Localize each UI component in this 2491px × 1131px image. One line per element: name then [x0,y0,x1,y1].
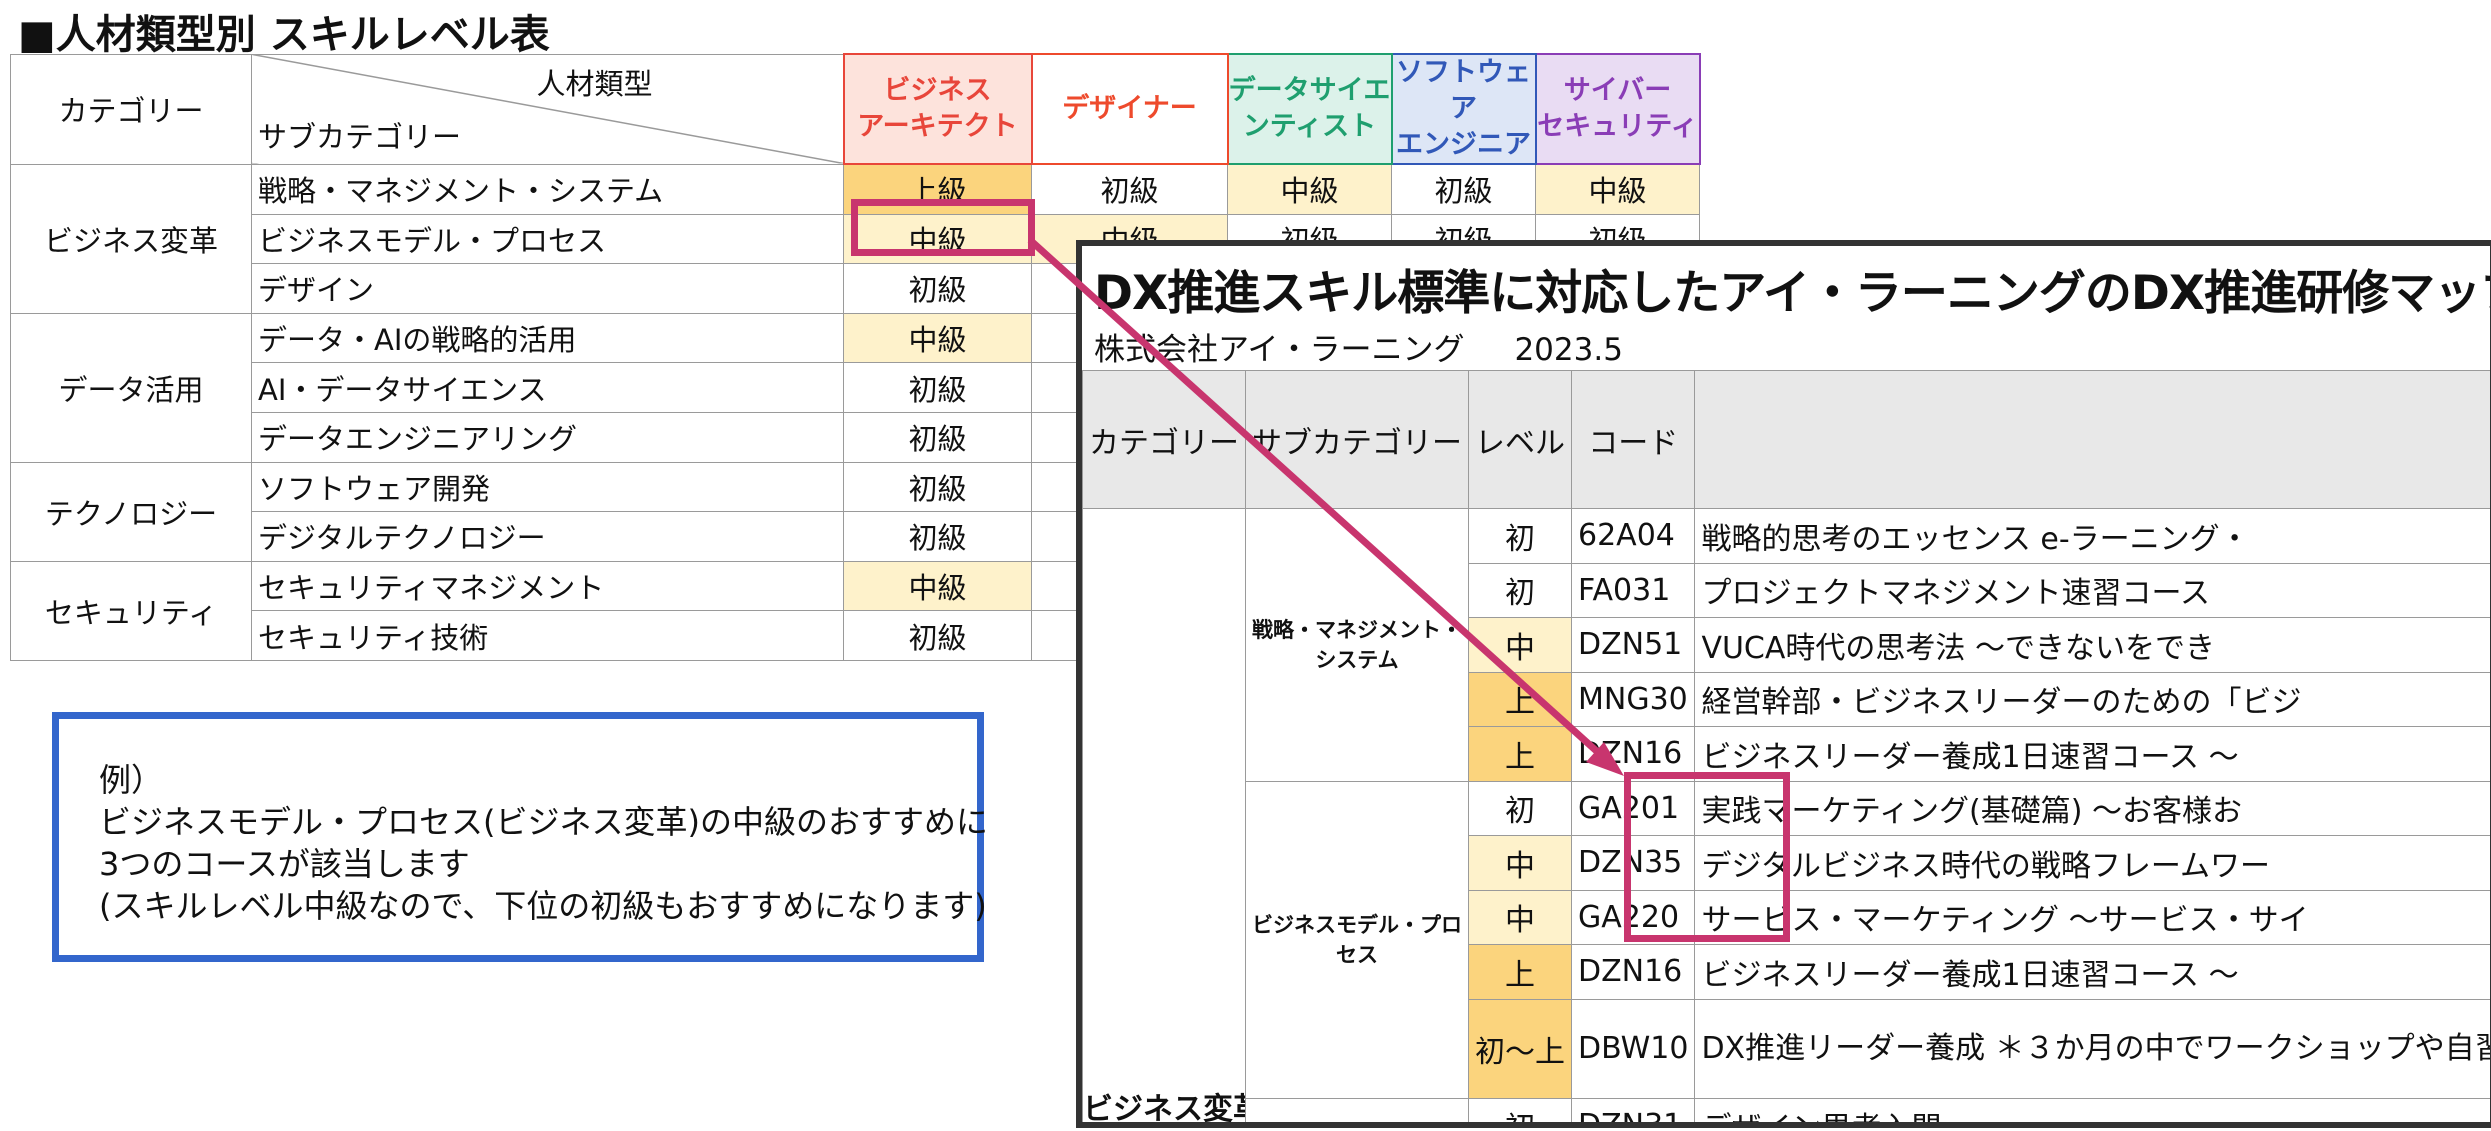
connector-arrow [1027,237,1624,776]
connector-arrow-line [1027,237,1615,768]
